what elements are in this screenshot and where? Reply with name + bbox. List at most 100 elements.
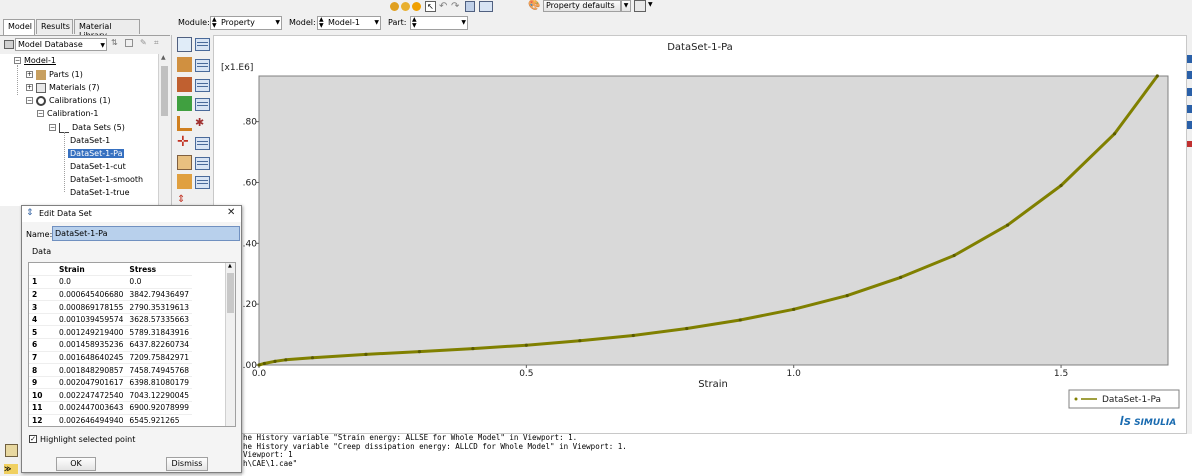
tree-item-datasets[interactable]: − Data Sets (5) <box>49 121 125 134</box>
manager-icon[interactable] <box>195 98 210 111</box>
stress-cell[interactable]: 6398.81080179 <box>126 376 193 390</box>
name-field[interactable]: DataSet-1-Pa <box>52 226 240 241</box>
stress-cell[interactable]: 3842.79436497 <box>126 288 193 302</box>
table-row[interactable]: 12 0.002646494940 6545.921265 <box>29 414 193 426</box>
stress-cell[interactable]: 3628.57335663 <box>126 313 193 327</box>
stress-cell[interactable]: 7043.12290045 <box>126 388 193 403</box>
stress-cell[interactable]: 7458.74945768 <box>126 363 193 377</box>
table-scrollbar[interactable]: ▲ <box>225 263 235 426</box>
grid-icon[interactable] <box>479 1 493 12</box>
stress-cell[interactable]: 7209.75842971 <box>126 351 193 365</box>
message-icon[interactable] <box>5 444 18 457</box>
pointer-icon[interactable]: ↖ <box>425 1 436 12</box>
table-row[interactable]: 9 0.002047901617 6398.81080179 <box>29 376 193 390</box>
chevron-down-icon[interactable]: ▼ <box>648 1 653 8</box>
part-select[interactable]: ▲ ▼ ▼ <box>410 16 468 30</box>
strain-cell[interactable]: 0.001249219400 <box>56 325 127 340</box>
dropdown-arrow-icon[interactable]: ▼ <box>621 0 631 12</box>
collapse-icon[interactable]: − <box>26 97 33 104</box>
chevron-down-icon[interactable]: ▼ <box>275 19 280 26</box>
view-icon[interactable] <box>1187 121 1192 129</box>
material-manager-icon[interactable] <box>177 37 192 52</box>
chevron-down-icon[interactable]: ▼ <box>374 19 379 26</box>
tree-icon[interactable]: ⌗ <box>154 38 159 48</box>
strain-cell[interactable]: 0.002646494940 <box>56 414 127 426</box>
table-row[interactable]: 10 0.002247472540 7043.12290045 <box>29 388 193 403</box>
tree-item-dataset[interactable]: DataSet-1-true <box>70 186 130 199</box>
model-select[interactable]: ▲ ▼ Model-1 ▼ <box>317 16 381 30</box>
scroll-up-icon[interactable]: ▲ <box>228 263 232 269</box>
stringer-icon[interactable] <box>177 174 192 189</box>
table-row[interactable]: 6 0.001458935236 6437.82260734 <box>29 338 193 352</box>
scrollbar-thumb[interactable] <box>227 273 234 313</box>
tree-item-dataset-selected[interactable]: DataSet-1-Pa <box>68 147 125 160</box>
table-row[interactable]: 3 0.000869178155 2790.35319613 <box>29 300 193 314</box>
strain-cell[interactable]: 0.000645406680 <box>56 288 127 302</box>
property-defaults-select[interactable]: Property defaults <box>543 0 621 12</box>
sort-icon[interactable]: ⇅ <box>111 38 118 47</box>
table-row[interactable]: 11 0.002447003643 6900.92078999 <box>29 401 193 415</box>
tree-item-dataset[interactable]: DataSet-1-smooth <box>70 173 143 186</box>
tree-scrollbar[interactable]: ▲ <box>158 54 170 206</box>
tree-item-dataset[interactable]: DataSet-1 <box>70 134 110 147</box>
manager-icon[interactable] <box>195 38 210 51</box>
model-database-select[interactable]: Model Database ▼ <box>15 38 107 51</box>
expand-icon[interactable]: + <box>26 71 33 78</box>
stress-cell[interactable]: 5789.31843916 <box>126 325 193 340</box>
chevron-down-icon[interactable]: ▼ <box>100 40 105 51</box>
stress-cell[interactable]: 6900.92078999 <box>126 401 193 415</box>
table-row[interactable]: 5 0.001249219400 5789.31843916 <box>29 325 193 340</box>
stress-cell[interactable]: 6437.82260734 <box>126 338 193 352</box>
column-header-stress[interactable]: Stress <box>126 263 193 277</box>
close-icon[interactable]: ✕ <box>227 207 235 218</box>
manager-icon[interactable] <box>195 157 210 170</box>
tab-material-library[interactable]: Material Library <box>74 19 140 40</box>
view-icon[interactable] <box>1187 88 1192 96</box>
view-icon[interactable] <box>1187 105 1192 113</box>
stress-cell[interactable]: 2790.35319613 <box>126 300 193 314</box>
manager-icon[interactable] <box>195 59 210 72</box>
filter-icon[interactable] <box>125 39 133 47</box>
layout-icon[interactable] <box>465 1 475 12</box>
strain-cell[interactable]: 0.001039459574 <box>56 313 127 327</box>
profile-icon[interactable] <box>177 77 192 92</box>
table-row[interactable]: 2 0.000645406680 3842.79436497 <box>29 288 193 302</box>
tree-item-parts[interactable]: + Parts (1) <box>26 68 83 81</box>
highlight-checkbox[interactable]: ✓ <box>29 435 37 443</box>
strain-cell[interactable]: 0.001648640245 <box>56 351 127 365</box>
stress-cell[interactable]: 6545.921265 <box>126 414 193 426</box>
toolbar-icon-group[interactable]: ↖ ↶ ↷ <box>390 1 515 13</box>
render-icon[interactable] <box>401 2 410 11</box>
dialog-titlebar[interactable]: ⇕ Edit Data Set ✕ <box>22 206 241 222</box>
tab-results[interactable]: Results <box>36 19 73 34</box>
mesh-icon[interactable]: ✱ <box>195 116 210 131</box>
collapse-icon[interactable]: − <box>37 110 44 117</box>
tree-item-materials[interactable]: + Materials (7) <box>26 81 100 94</box>
table-row[interactable]: 1 0.0 0.0 <box>29 275 193 289</box>
tree-item-calibration[interactable]: − Calibration-1 <box>37 107 99 120</box>
view-icon[interactable] <box>1187 55 1192 63</box>
options-icon[interactable] <box>634 0 646 12</box>
strain-cell[interactable]: 0.002447003643 <box>56 401 127 415</box>
command-prompt-icon[interactable]: ≫ <box>4 464 18 474</box>
skin-icon[interactable] <box>177 155 192 170</box>
edit-icon[interactable]: ✎ <box>140 38 147 47</box>
view-icon[interactable] <box>1187 141 1192 147</box>
expand-icon[interactable]: + <box>26 84 33 91</box>
chevron-down-icon[interactable]: ▼ <box>461 19 466 26</box>
table-row[interactable]: 4 0.001039459574 3628.57335663 <box>29 313 193 327</box>
tree-item-model[interactable]: − Model-1 <box>14 54 56 67</box>
ok-button[interactable]: OK <box>56 457 96 471</box>
palette-icon[interactable]: 🎨 <box>528 0 540 11</box>
strain-cell[interactable]: 0.000869178155 <box>56 300 127 314</box>
collapse-icon[interactable]: − <box>14 57 21 64</box>
strain-cell[interactable]: 0.0 <box>56 275 127 289</box>
tree-item-calibrations[interactable]: − Calibrations (1) <box>26 94 111 107</box>
data-table[interactable]: Strain Stress 1 0.0 0.0 2 0.000645406680 3842… <box>28 262 236 427</box>
manager-icon[interactable] <box>195 137 210 150</box>
assign-section-icon[interactable] <box>177 96 192 111</box>
orientation-icon[interactable] <box>177 116 192 131</box>
manager-icon[interactable] <box>195 79 210 92</box>
stress-cell[interactable]: 0.0 <box>126 275 193 289</box>
section-icon[interactable] <box>177 57 192 72</box>
